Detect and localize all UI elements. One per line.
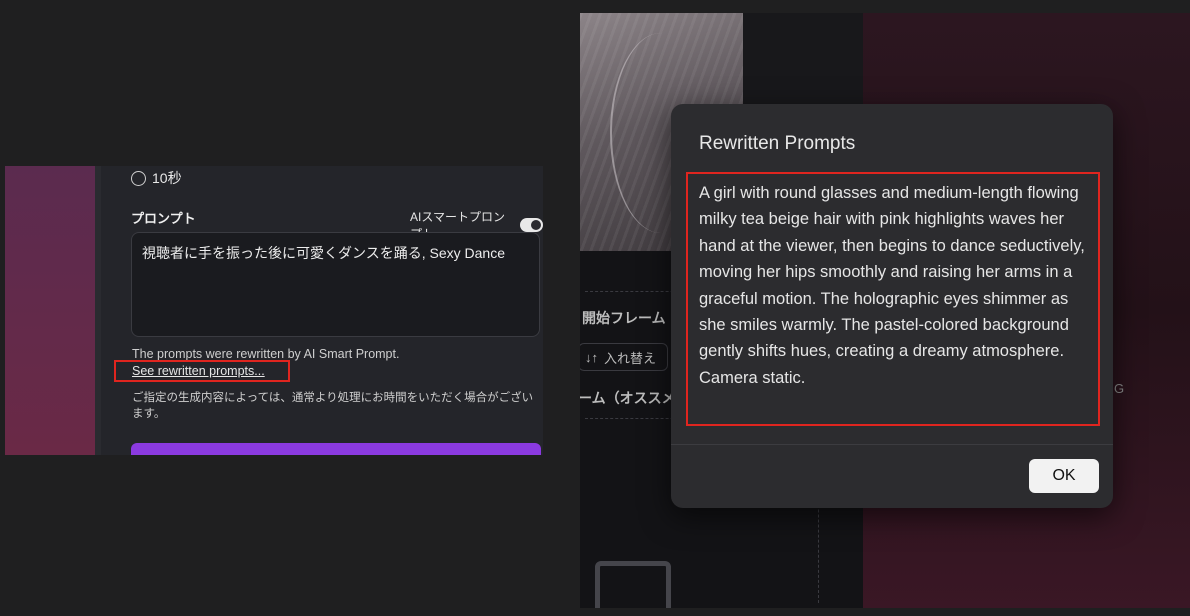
prompt-label: プロンプト xyxy=(131,211,196,226)
start-frame-label: 開始フレーム xyxy=(582,310,666,326)
generation-settings-panel: 10秒 プロンプト AIスマートプロンプト 視聴者に手を振った後に可愛くダンスを… xyxy=(5,166,543,455)
processing-time-note: ご指定の生成内容によっては、通常より処理にお時間をいただく場合がございます。 xyxy=(132,392,534,420)
duration-option-label: 10秒 xyxy=(152,170,182,186)
generate-button[interactable]: 生成 xyxy=(131,443,541,455)
rewritten-prompts-dialog: Rewritten Prompts A girl with round glas… xyxy=(671,104,1113,508)
radio-icon[interactable] xyxy=(131,170,146,186)
rewritten-prompt-text: A girl with round glasses and medium-len… xyxy=(699,184,1085,387)
frame-thumbnail-slot[interactable] xyxy=(595,561,671,608)
swap-button-label: 入れ替え xyxy=(604,350,657,366)
side-strip xyxy=(5,166,95,455)
dialog-divider xyxy=(671,444,1113,445)
prompt-textarea[interactable]: 視聴者に手を振った後に可愛くダンスを踊る, Sexy Dance xyxy=(131,232,540,337)
ok-button[interactable]: OK xyxy=(1029,459,1099,493)
panel-divider xyxy=(95,166,101,455)
duration-option-10s[interactable]: 10秒 xyxy=(131,168,182,188)
dialog-title: Rewritten Prompts xyxy=(699,133,856,154)
swap-icon: ↓↑ xyxy=(585,349,598,365)
background-text-fragment: G xyxy=(1114,381,1125,396)
end-frame-label: ーム（オススメ xyxy=(580,390,676,406)
swap-frames-button[interactable]: ↓↑ 入れ替え xyxy=(580,343,668,371)
rewritten-note: The prompts were rewritten by AI Smart P… xyxy=(132,347,400,361)
see-rewritten-prompts-link[interactable]: See rewritten prompts... xyxy=(132,364,265,378)
smart-prompt-toggle[interactable] xyxy=(520,218,543,232)
